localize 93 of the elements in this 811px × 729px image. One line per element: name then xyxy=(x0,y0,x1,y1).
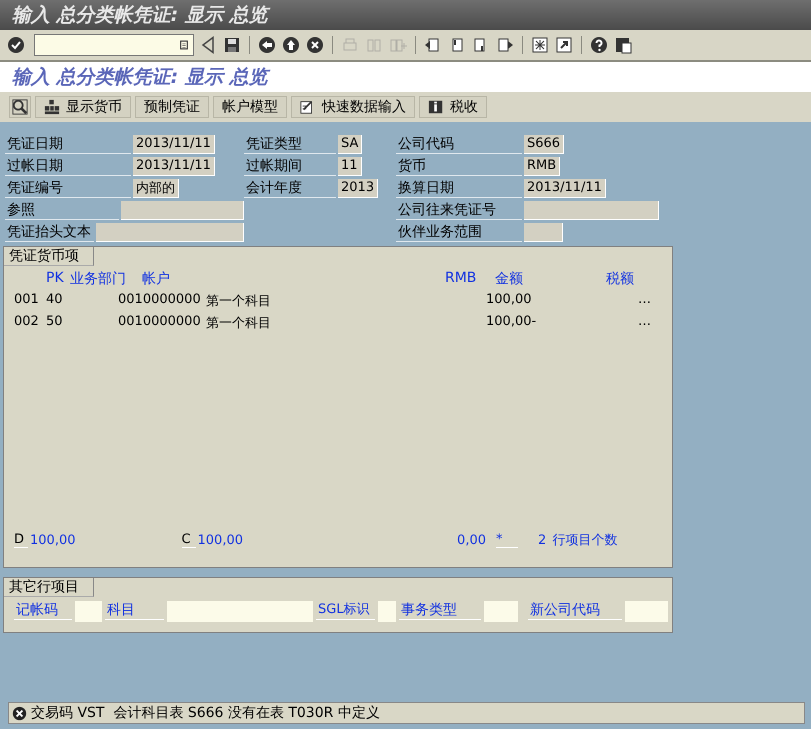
table-cell-text: 40 xyxy=(46,292,64,309)
checkmark-button[interactable] xyxy=(6,35,26,55)
status-message: 交易码 VST 会计科目表 S666 没有在表 T030R 中定义 xyxy=(31,704,380,722)
column-header: 金额 xyxy=(495,270,524,288)
debit-label: D xyxy=(14,532,28,548)
credit-label: C xyxy=(182,532,196,548)
table-cell-text: … xyxy=(638,292,652,309)
column-header: 业务部门 xyxy=(70,270,127,288)
balance-value: 0,00 xyxy=(456,532,486,548)
input-field[interactable]: SA xyxy=(338,134,362,154)
field-label: 过帐期间 xyxy=(244,156,336,176)
toolbar-button[interactable]: 快速数据输入 xyxy=(291,96,415,118)
toolbar-button[interactable]: 显示货币 xyxy=(35,96,131,118)
up-arrow-button[interactable] xyxy=(281,35,301,55)
help-button[interactable] xyxy=(589,35,609,55)
field-label: 换算日期 xyxy=(396,178,522,198)
field-label: 凭证抬头文本 xyxy=(5,222,94,242)
input-field[interactable] xyxy=(96,222,244,242)
credit-total: 100,00 xyxy=(198,532,243,548)
field-label: 过帐日期 xyxy=(5,156,131,176)
field-label: 伙伴业务范围 xyxy=(396,222,522,242)
input-field[interactable]: 11 xyxy=(338,156,362,176)
save-button[interactable] xyxy=(222,35,242,55)
table-cell-text: 50 xyxy=(46,314,64,331)
input-field[interactable] xyxy=(167,601,313,622)
toolbar-button[interactable]: 税收 xyxy=(419,96,487,118)
input-field[interactable]: 2013 xyxy=(338,178,378,198)
info-icon xyxy=(428,99,444,115)
input-field[interactable]: 2013/11/11 xyxy=(524,178,606,198)
column-header: 帐户 xyxy=(142,270,171,288)
input-field[interactable] xyxy=(378,601,396,622)
table-cell-text: 第一个科目 xyxy=(206,315,272,332)
table-cell-text: 100,00 xyxy=(486,292,532,309)
shortcut-button[interactable] xyxy=(554,35,574,55)
input-field[interactable] xyxy=(524,200,659,220)
back-button[interactable] xyxy=(257,35,277,55)
magnifier-icon xyxy=(12,99,28,115)
field-label: 凭证类型 xyxy=(244,134,336,154)
field-label: 货币 xyxy=(396,156,522,176)
command-field[interactable] xyxy=(34,34,194,56)
field-label: 事务类型 xyxy=(399,601,481,620)
field-label: 公司往来凭证号 xyxy=(396,200,522,220)
new-window-icon xyxy=(531,36,549,54)
input-field[interactable] xyxy=(121,200,244,220)
column-header: RMB xyxy=(445,270,478,288)
table-cell-text: 0010000000 xyxy=(118,292,202,309)
toolbar-button[interactable]: 预制凭证 xyxy=(135,96,209,118)
triangle-left-icon xyxy=(199,36,217,54)
table-cell-text: 100,00- xyxy=(486,314,538,331)
input-field[interactable] xyxy=(625,601,668,622)
table-cell-text: 第一个科目 xyxy=(206,293,272,310)
input-field[interactable] xyxy=(524,222,563,242)
table-cell-text: 001 xyxy=(14,292,40,309)
shortcut-icon xyxy=(555,36,573,54)
debit-total: 100,00 xyxy=(30,532,76,548)
checkmark-icon xyxy=(7,36,25,54)
table-cell-text: 0010000000 xyxy=(118,314,202,331)
input-field[interactable]: 2013/11/11 xyxy=(133,156,215,176)
field-label: 科目 xyxy=(105,601,164,620)
field-label: 凭证日期 xyxy=(5,134,131,154)
field-label: 凭证编号 xyxy=(5,178,131,198)
field-label: 参照 xyxy=(5,200,120,220)
input-field[interactable]: RMB xyxy=(524,156,560,176)
input-field[interactable] xyxy=(484,601,518,622)
list-icon xyxy=(179,39,189,51)
line-item-count-label: 行项目个数 xyxy=(552,532,618,549)
column-header: 税额 xyxy=(606,270,635,288)
balance-flag: * xyxy=(496,532,518,548)
field-label: SGL标识 xyxy=(316,601,375,620)
field-label: 新公司代码 xyxy=(528,601,622,620)
cancel-icon xyxy=(306,36,324,54)
layout-icon xyxy=(614,36,632,54)
help-icon xyxy=(590,36,608,54)
field-label: 会计年度 xyxy=(244,178,336,198)
input-field[interactable]: 内部的 xyxy=(133,178,179,198)
cancel-button[interactable] xyxy=(305,35,325,55)
column-header: PK xyxy=(46,270,65,288)
line-item-count: 2 xyxy=(538,532,546,548)
input-field[interactable]: S666 xyxy=(524,134,564,154)
table-cell-text: 002 xyxy=(14,314,40,331)
field-label: 记帐码 xyxy=(14,601,72,620)
grid-icon xyxy=(44,99,60,115)
new-window-button[interactable] xyxy=(530,35,550,55)
input-field[interactable]: 2013/11/11 xyxy=(133,134,215,154)
last-page-icon xyxy=(496,36,514,54)
input-field[interactable] xyxy=(75,601,102,622)
field-label: 公司代码 xyxy=(396,134,522,154)
toolbar-button[interactable]: 帐户模型 xyxy=(213,96,287,118)
back-icon xyxy=(258,36,276,54)
layout-button[interactable] xyxy=(613,35,633,55)
save-icon xyxy=(223,36,241,54)
table-cell-text: … xyxy=(638,314,652,331)
search-button[interactable] xyxy=(9,96,31,118)
